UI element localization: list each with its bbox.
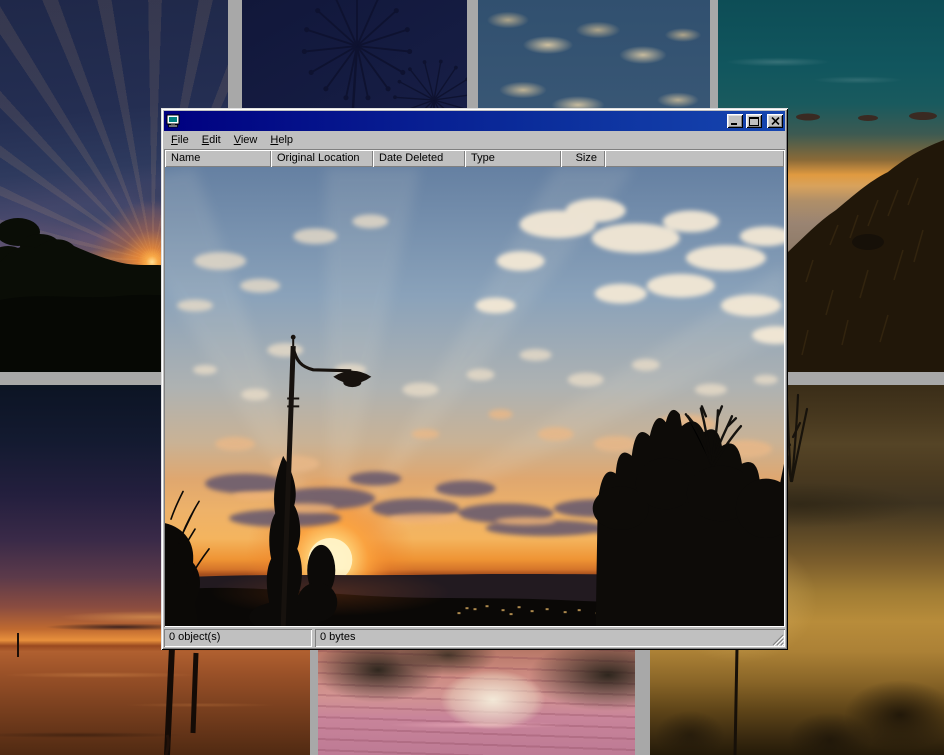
- menu-help[interactable]: Help: [264, 132, 300, 149]
- column-header-name[interactable]: Name: [165, 150, 271, 167]
- title-bar[interactable]: [164, 111, 785, 131]
- computer-icon: [166, 114, 180, 128]
- recycle-bin-window: File Edit View Help Name Original Locati…: [161, 108, 788, 650]
- column-header-original-location[interactable]: Original Location: [271, 150, 373, 167]
- minimize-button[interactable]: [727, 114, 743, 128]
- menu-file[interactable]: File: [165, 132, 196, 149]
- list-view: Name Original Location Date Deleted Type…: [164, 149, 785, 627]
- resize-grip-icon[interactable]: [771, 633, 784, 646]
- desktop: { "window": { "title": "", "icon": "comp…: [0, 0, 944, 755]
- status-bytes: 0 bytes: [315, 629, 785, 647]
- status-bar: 0 object(s) 0 bytes: [164, 629, 785, 647]
- maximize-button[interactable]: [746, 114, 762, 128]
- maximize-icon: [749, 117, 759, 126]
- status-bytes-text: 0 bytes: [320, 631, 355, 643]
- column-header-type[interactable]: Type: [465, 150, 561, 167]
- column-header-blank[interactable]: [605, 150, 784, 167]
- column-header-size[interactable]: Size: [561, 150, 605, 167]
- sunset-streetlamp-photo: [165, 167, 784, 626]
- menu-view[interactable]: View: [228, 132, 265, 149]
- status-objects: 0 object(s): [164, 629, 312, 647]
- menu-edit[interactable]: Edit: [196, 132, 228, 149]
- menu-bar: File Edit View Help: [164, 131, 785, 149]
- column-header-date-deleted[interactable]: Date Deleted: [373, 150, 465, 167]
- minimize-icon: [730, 117, 740, 126]
- column-header-row: Name Original Location Date Deleted Type…: [165, 150, 784, 167]
- list-items-area[interactable]: [165, 167, 784, 626]
- close-icon: [771, 117, 780, 125]
- close-button[interactable]: [767, 114, 783, 128]
